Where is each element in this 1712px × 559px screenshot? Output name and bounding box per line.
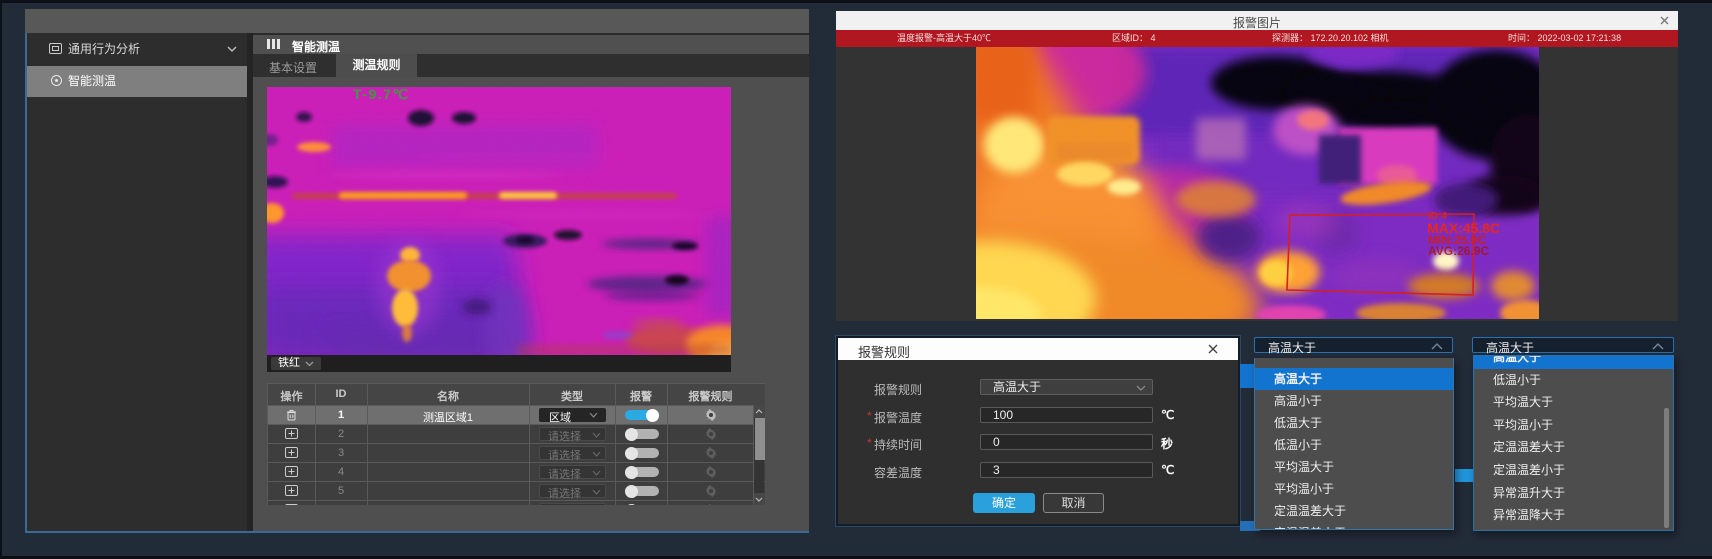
svg-text:AVG:26.9C: AVG:26.9C: [1428, 244, 1489, 258]
svg-text:T-9.7℃: T-9.7℃: [353, 87, 410, 102]
